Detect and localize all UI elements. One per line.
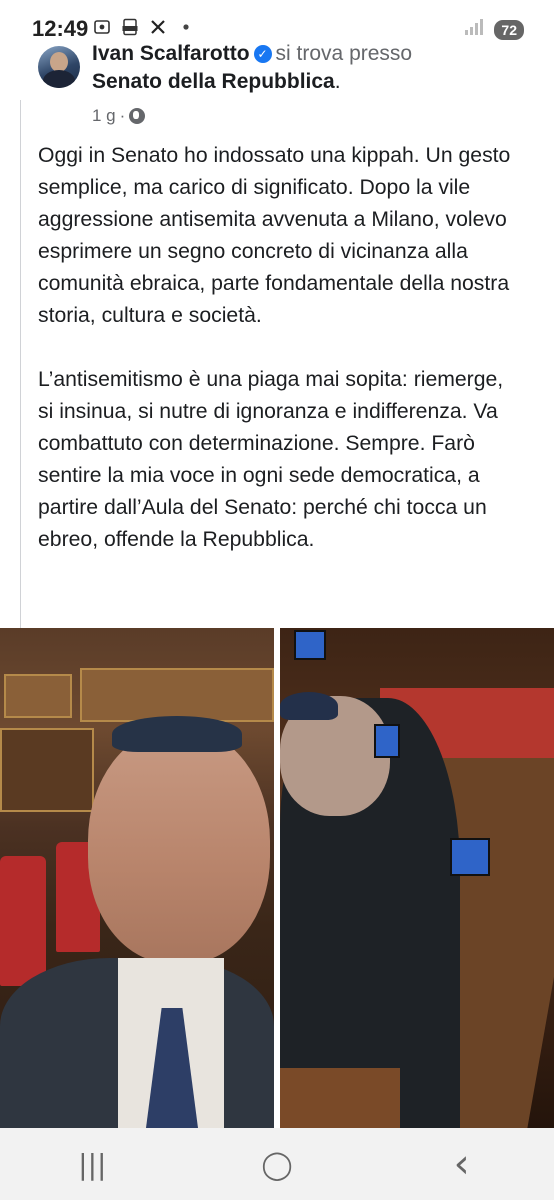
location-line: Senato della Repubblica. bbox=[92, 70, 341, 94]
home-button[interactable]: ◯ bbox=[217, 1134, 337, 1194]
verified-badge-icon: ✓ bbox=[253, 45, 272, 63]
avatar[interactable] bbox=[38, 46, 80, 88]
post-meta: 1 g · bbox=[92, 106, 146, 126]
system-nav-bar: ||| ◯ ‹ bbox=[0, 1128, 554, 1200]
post-time[interactable]: 1 g bbox=[92, 106, 116, 126]
back-icon: ‹ bbox=[453, 1141, 470, 1187]
status-right: 72 bbox=[464, 18, 524, 41]
photo-grid bbox=[0, 628, 554, 1128]
selfie-photo[interactable] bbox=[0, 628, 274, 1128]
battery-indicator: 72 bbox=[494, 19, 524, 40]
author-name[interactable]: Ivan Scalfarotto bbox=[92, 42, 250, 65]
thread-line bbox=[20, 100, 21, 670]
senate-seat-photo[interactable] bbox=[280, 628, 554, 1128]
status-time: 12:49 bbox=[32, 16, 89, 41]
home-icon: ◯ bbox=[261, 1147, 293, 1181]
post-header: Ivan Scalfarotto ✓ si trova presso bbox=[92, 42, 412, 66]
screenshot-icon bbox=[92, 18, 112, 36]
post-paragraph-2: L’antisemitismo è una piaga mai sopita: … bbox=[38, 368, 504, 551]
post-body: Oggi in Senato ho indossato una kippah. … bbox=[38, 140, 518, 588]
recent-apps-icon: ||| bbox=[78, 1147, 107, 1181]
x-icon bbox=[148, 18, 168, 36]
back-button[interactable]: ‹ bbox=[402, 1134, 522, 1194]
recent-apps-button[interactable]: ||| bbox=[32, 1134, 152, 1194]
location-prefix: si trova presso bbox=[275, 42, 413, 65]
location-name[interactable]: Senato della Repubblica bbox=[92, 70, 335, 93]
status-icons bbox=[92, 18, 196, 36]
globe-icon bbox=[129, 108, 146, 124]
signal-icon bbox=[464, 18, 484, 41]
meta-separator: · bbox=[119, 106, 126, 125]
location-suffix: . bbox=[334, 70, 341, 93]
dot-icon bbox=[176, 18, 196, 36]
pdf-icon bbox=[120, 18, 140, 36]
post-paragraph-1: Oggi in Senato ho indossato una kippah. … bbox=[38, 144, 511, 327]
